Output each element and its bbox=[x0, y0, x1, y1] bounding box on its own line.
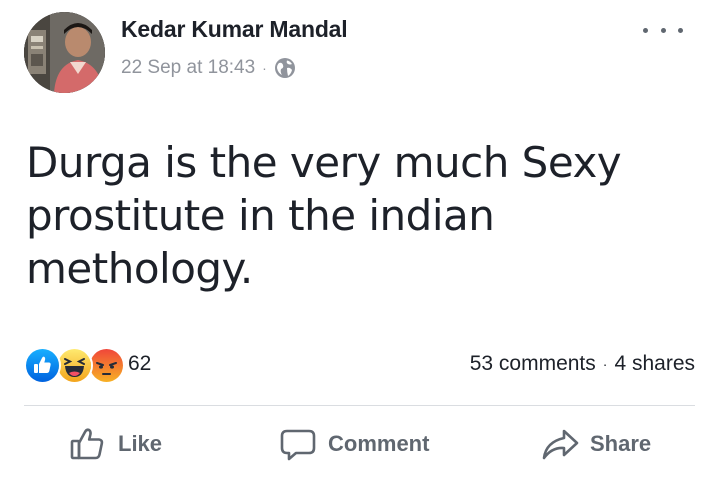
post-timestamp[interactable]: 22 Sep at 18:43 bbox=[121, 57, 255, 79]
more-dot bbox=[660, 27, 666, 33]
shares-count[interactable]: 4 shares bbox=[614, 352, 695, 376]
comment-label: Comment bbox=[328, 431, 430, 456]
like-reaction-icon bbox=[24, 347, 61, 384]
action-bar: Like Comment Share bbox=[0, 418, 719, 470]
divider bbox=[24, 405, 695, 406]
more-dot bbox=[643, 27, 648, 33]
reaction-icons bbox=[24, 346, 125, 384]
share-button[interactable]: Share bbox=[540, 418, 651, 470]
post-stats: 53 comments · 4 shares bbox=[470, 352, 695, 376]
reaction-count: 62 bbox=[128, 352, 152, 375]
post-meta: 22 Sep at 18:43 · bbox=[121, 56, 296, 80]
like-button[interactable]: Like bbox=[68, 418, 162, 470]
more-dot bbox=[678, 27, 683, 33]
comment-icon bbox=[278, 424, 318, 464]
facebook-post: Kedar Kumar Mandal 22 Sep at 18:43 · Dur… bbox=[0, 0, 719, 488]
angry-reaction-icon bbox=[88, 347, 125, 384]
share-arrow-icon bbox=[540, 424, 580, 464]
author-avatar[interactable] bbox=[24, 12, 105, 93]
stats-separator: · bbox=[602, 356, 608, 372]
globe-icon[interactable] bbox=[274, 57, 296, 79]
post-text: Durga is the very much Sexy prostitute i… bbox=[26, 138, 622, 293]
meta-separator: · bbox=[262, 60, 267, 76]
comments-count[interactable]: 53 comments bbox=[470, 352, 596, 376]
comment-button[interactable]: Comment bbox=[278, 418, 429, 470]
author-name[interactable]: Kedar Kumar Mandal bbox=[121, 16, 348, 43]
reactions-summary[interactable]: 62 bbox=[24, 346, 152, 384]
more-options-icon[interactable] bbox=[643, 20, 683, 40]
share-label: Share bbox=[590, 431, 652, 456]
haha-reaction-icon bbox=[56, 347, 93, 384]
like-label: Like bbox=[118, 431, 163, 456]
thumbs-up-icon bbox=[68, 424, 108, 464]
